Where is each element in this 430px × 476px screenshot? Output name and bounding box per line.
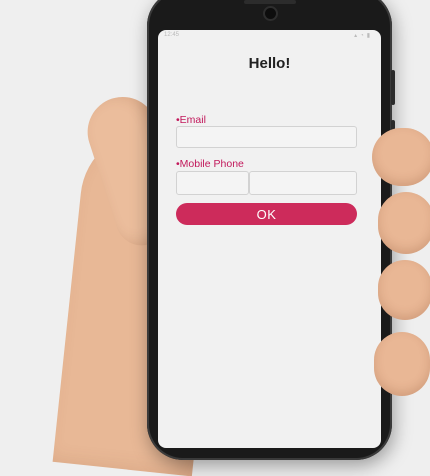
phone-country-code-field[interactable] [176, 171, 249, 195]
phone-device: 12:45 ▴◔▮ Hello! •Email •Mobile Phone OK [147, 0, 395, 460]
hand-finger [374, 332, 430, 396]
status-time: 12:45 [164, 32, 180, 38]
phone-screen: 12:45 ▴◔▮ Hello! •Email •Mobile Phone OK [158, 30, 381, 448]
email-field[interactable] [176, 126, 357, 148]
mobile-phone-label: •Mobile Phone [176, 158, 244, 170]
ok-button[interactable]: OK [176, 203, 357, 225]
email-label: •Email [176, 114, 206, 126]
speaker [244, 0, 296, 4]
hand-finger [378, 192, 430, 254]
front-camera-icon [265, 8, 276, 19]
status-icons: ▴◔▮ [354, 33, 373, 39]
volume-button [391, 70, 395, 105]
hand-finger [378, 260, 430, 320]
status-bar: 12:45 ▴◔▮ [158, 32, 381, 42]
hand-finger [372, 128, 430, 186]
scene: 12:45 ▴◔▮ Hello! •Email •Mobile Phone OK [0, 0, 430, 476]
page-title: Hello! [248, 55, 291, 72]
phone-number-field[interactable] [249, 171, 357, 195]
